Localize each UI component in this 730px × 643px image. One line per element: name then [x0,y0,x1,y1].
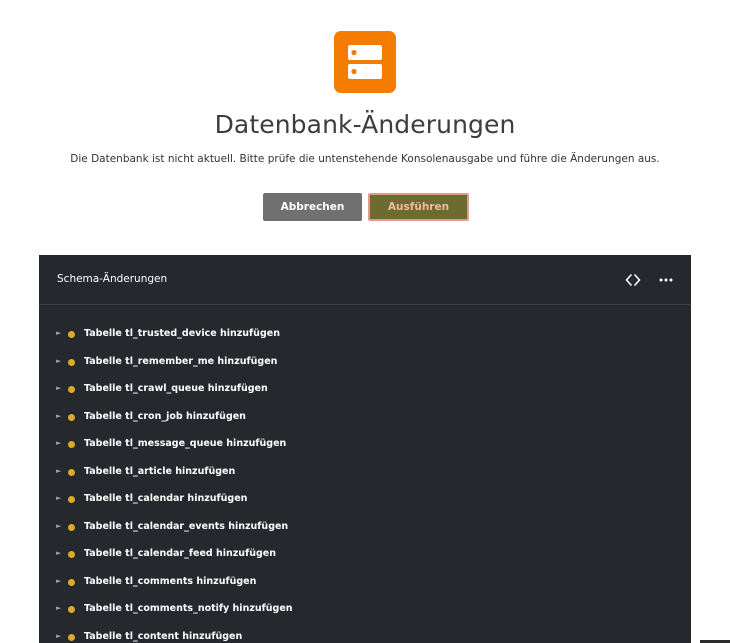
status-dot-icon [68,606,75,613]
list-item[interactable]: ► Tabelle tl_calendar hinzufügen [39,485,691,513]
cancel-button[interactable]: Abbrechen [263,193,362,221]
code-icon[interactable] [625,272,641,288]
caret-right-icon[interactable]: ► [56,328,61,338]
caret-right-icon[interactable]: ► [56,356,61,366]
list-item[interactable]: ► Tabelle tl_message_queue hinzufügen [39,430,691,458]
list-item[interactable]: ► Tabelle tl_crawl_queue hinzufügen [39,375,691,403]
status-dot-icon [68,496,75,503]
run-button[interactable]: Ausführen [368,193,469,221]
caret-right-icon[interactable]: ► [56,631,61,641]
status-dot-icon [68,413,75,421]
status-dot-icon [68,633,75,641]
caret-right-icon[interactable]: ► [56,383,61,393]
server-icon [334,31,396,93]
list-item-label: Tabelle tl_article hinzufügen [84,465,236,477]
page-title: Datenbank-Änderungen [214,110,516,139]
list-item[interactable]: ► Tabelle tl_remember_me hinzufügen [39,348,691,376]
status-dot-icon [68,578,75,586]
list-item-label: Tabelle tl_remember_me hinzufügen [84,355,278,367]
database-migration-page: Datenbank-Änderungen Die Datenbank ist n… [0,0,730,643]
list-item[interactable]: ► Tabelle tl_content hinzufügen [39,623,691,643]
status-dot-icon [68,331,75,338]
list-item[interactable]: ► Tabelle tl_calendar_feed hinzufügen [39,540,691,568]
list-item-label: Tabelle tl_comments hinzufügen [84,575,257,587]
list-item-label: Tabelle tl_crawl_queue hinzufügen [84,383,268,394]
list-item[interactable]: ► Tabelle tl_trusted_device hinzufügen [39,320,691,348]
more-horizontal-icon[interactable] [657,272,675,288]
caret-right-icon[interactable]: ► [56,438,61,448]
list-item-label: Tabelle tl_content hinzufügen [84,630,243,642]
list-item-label: Tabelle tl_comments_notify hinzufügen [84,603,293,614]
caret-right-icon[interactable]: ► [56,603,61,613]
list-item[interactable]: ► Tabelle tl_article hinzufügen [39,458,691,486]
list-item-label: Tabelle tl_cron_job hinzufügen [84,410,246,422]
list-item[interactable]: ► Tabelle tl_comments hinzufügen [39,568,691,596]
schema-change-list: ► Tabelle tl_trusted_device hinzufügen ►… [39,320,691,643]
status-dot-icon [68,386,75,393]
list-item-label: Tabelle tl_message_queue hinzufügen [84,438,287,449]
caret-right-icon[interactable]: ► [56,521,61,531]
page-description: Die Datenbank ist nicht aktuell. Bitte p… [70,153,660,165]
panel-title: Schema-Änderungen [57,273,168,285]
status-dot-icon [68,551,75,558]
list-item-label: Tabelle tl_trusted_device hinzufügen [84,328,280,339]
caret-right-icon[interactable]: ► [56,466,61,476]
status-dot-icon [68,468,75,476]
list-item-label: Tabelle tl_calendar_events hinzufügen [84,520,289,532]
list-item-label: Tabelle tl_calendar_feed hinzufügen [84,548,276,559]
caret-right-icon[interactable]: ► [56,576,61,586]
panel-header: Schema-Änderungen [39,255,691,305]
list-item[interactable]: ► Tabelle tl_comments_notify hinzufügen [39,595,691,623]
list-item[interactable]: ► Tabelle tl_cron_job hinzufügen [39,403,691,431]
list-item[interactable]: ► Tabelle tl_calendar_events hinzufügen [39,513,691,541]
caret-right-icon[interactable]: ► [56,548,61,558]
list-item-label: Tabelle tl_calendar hinzufügen [84,493,248,504]
caret-right-icon[interactable]: ► [56,493,61,503]
status-dot-icon [68,358,75,366]
status-dot-icon [68,441,75,448]
schema-changes-panel: Schema-Änderungen ► Tabelle tl_trusted_d… [39,255,691,643]
status-dot-icon [68,523,75,531]
caret-right-icon[interactable]: ► [56,411,61,421]
